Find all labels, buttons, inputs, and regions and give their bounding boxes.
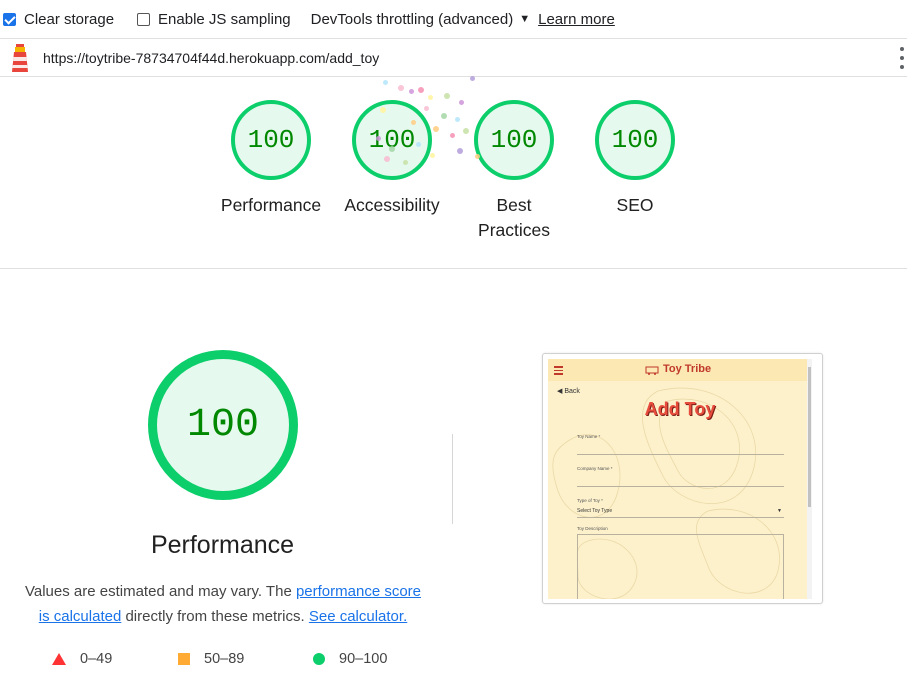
thumb-field-line — [577, 454, 784, 455]
gauge-score: 100 — [595, 100, 675, 180]
legend-range: 50–89 — [204, 651, 245, 667]
thumb-select-value: Select Toy Type — [577, 508, 613, 514]
legend-range: 90–100 — [339, 651, 388, 667]
thumb-back-link: ◀ Back — [557, 388, 580, 395]
clear-storage-label: Clear storage — [24, 10, 115, 28]
gauge-label: SEO — [616, 195, 654, 215]
back-label: Back — [564, 388, 580, 395]
learn-more-link[interactable]: Learn more — [538, 11, 615, 28]
throttling-label: DevTools throttling (advanced) — [310, 10, 514, 28]
gauge-seo[interactable]: 100 SEO — [575, 100, 695, 218]
thumb-brand: Toy Tribe — [663, 363, 712, 375]
toy-logo-icon — [645, 366, 659, 375]
desc-text: directly from these metrics. — [121, 608, 309, 625]
lighthouse-toolbar: Clear storage Enable JS sampling DevTool… — [0, 0, 907, 38]
clear-storage-option[interactable]: Clear storage — [0, 11, 114, 28]
js-sampling-checkbox[interactable] — [137, 12, 151, 26]
thumb-select-arrow-icon: ▼ — [777, 508, 782, 514]
performance-title: Performance — [150, 531, 295, 559]
dropdown-caret-icon[interactable]: ▼ — [519, 13, 530, 25]
gauge-label: Best Practices — [478, 195, 550, 240]
report-url-bar: https://toytribe-78734704f44d.herokuapp.… — [0, 38, 907, 77]
hamburger-menu-icon — [554, 366, 563, 377]
thumb-field-label: Toy Description — [577, 526, 608, 531]
gauge-score: 100 — [231, 100, 311, 180]
js-sampling-option[interactable]: Enable JS sampling — [134, 11, 291, 28]
thumb-field-label: Company Name * — [577, 466, 613, 471]
final-screenshot-thumbnail[interactable]: Toy Tribe ◀ Back Add Toy Toy Name * Comp… — [542, 353, 823, 604]
gauge-label: Performance — [220, 195, 322, 215]
desc-text: Values are estimated and may vary. The — [24, 583, 296, 600]
gauge-label: Accessibility — [344, 195, 440, 215]
thumb-field-label: Toy Name * — [577, 434, 601, 439]
average-square-icon — [178, 653, 190, 665]
lighthouse-logo-icon — [12, 43, 28, 72]
js-sampling-label: Enable JS sampling — [158, 10, 291, 28]
category-gauges: 100 Performance 100 Accessibility 100 Be… — [0, 76, 907, 269]
fail-triangle-icon — [52, 653, 66, 665]
vertical-divider — [452, 434, 453, 524]
legend-fail: 0–49 — [52, 651, 112, 667]
thumb-scrollbar — [807, 359, 812, 599]
throttling-dropdown[interactable]: DevTools throttling (advanced) ▼ Learn m… — [311, 11, 615, 28]
more-options-icon[interactable] — [899, 47, 905, 69]
pass-circle-icon — [313, 653, 325, 665]
clear-storage-checkbox[interactable] — [3, 12, 16, 26]
thumb-field-line — [577, 486, 784, 487]
gauge-best-practices[interactable]: 100 Best Practices — [454, 100, 574, 243]
screenshot-image: Toy Tribe ◀ Back Add Toy Toy Name * Comp… — [548, 359, 812, 599]
thumb-field-label: Type of Toy * — [577, 498, 603, 503]
gauge-score: 100 — [474, 100, 554, 180]
report-url: https://toytribe-78734704f44d.herokuapp.… — [43, 49, 380, 66]
legend-range: 0–49 — [80, 651, 113, 667]
thumb-heading: Add Toy — [644, 399, 716, 419]
score-legend: 0–49 50–89 90–100 — [52, 651, 432, 671]
legend-average: 50–89 — [178, 651, 244, 667]
thumb-description-area — [577, 534, 784, 599]
gauge-score: 100 — [352, 100, 432, 180]
gauge-accessibility[interactable]: 100 Accessibility — [332, 100, 452, 218]
gauge-performance[interactable]: 100 Performance — [211, 100, 331, 218]
performance-description: Values are estimated and may vary. The p… — [18, 579, 428, 629]
thumb-field-line — [577, 517, 784, 518]
performance-score-gauge: 100 — [148, 350, 298, 500]
see-calculator-link[interactable]: See calculator. — [309, 608, 407, 625]
legend-pass: 90–100 — [313, 651, 387, 667]
